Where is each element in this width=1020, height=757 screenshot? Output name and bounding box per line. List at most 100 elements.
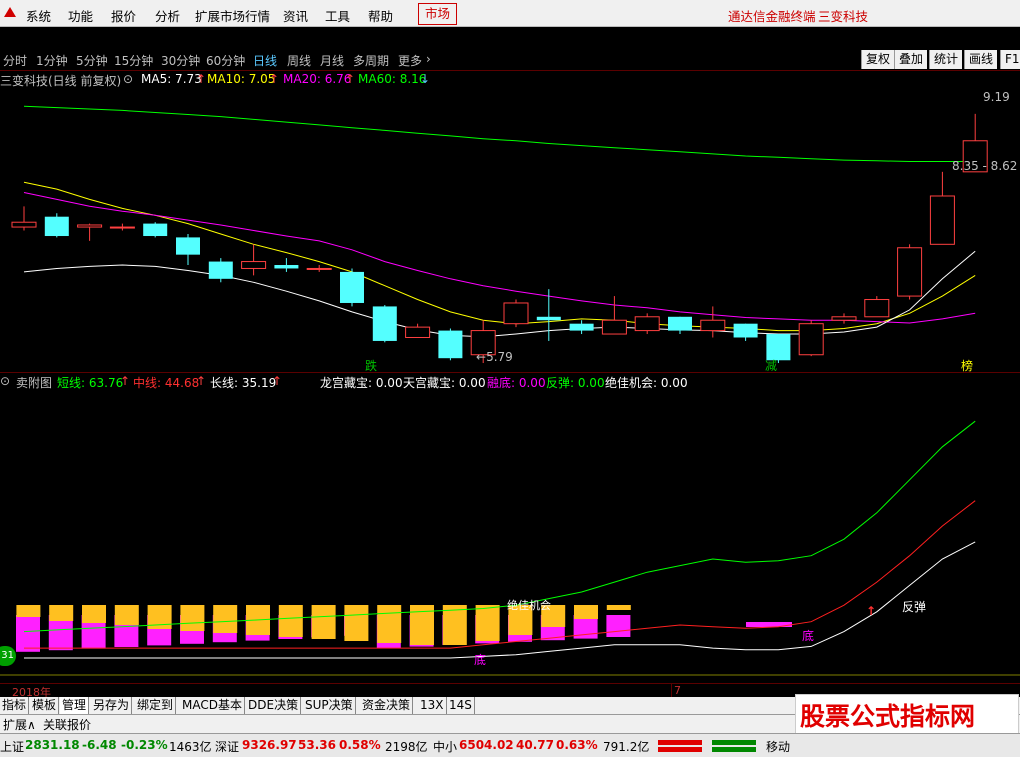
candle-body: [929, 195, 955, 245]
period-30min[interactable]: 30分钟: [161, 52, 200, 69]
candle-body: [143, 223, 168, 237]
menu-item-tools[interactable]: 工具: [325, 6, 350, 25]
up-arrow-icon: ↑: [196, 374, 207, 388]
tab-indicator[interactable]: 指标: [0, 697, 30, 714]
period-month[interactable]: 月线: [320, 52, 344, 69]
menu-item-quote[interactable]: 报价: [111, 6, 136, 25]
stats-button[interactable]: 统计: [929, 50, 963, 69]
tab-14s[interactable]: 14S: [447, 697, 475, 714]
candle[interactable]: [274, 258, 299, 272]
candle-body: [438, 330, 463, 359]
candle-body: [503, 302, 529, 325]
down-arrow-icon: ↓: [420, 72, 431, 86]
ma10-label: MA10: 7.05: [207, 72, 276, 86]
month-label: 7: [674, 684, 681, 697]
candle[interactable]: [700, 306, 726, 338]
tab-dde[interactable]: DDE决策: [246, 697, 302, 714]
period-60min[interactable]: 60分钟: [206, 52, 245, 69]
candle[interactable]: [143, 222, 168, 238]
ma-line-ma60: [23, 105, 976, 162]
candlestick-chart[interactable]: [0, 89, 1020, 372]
period-multi[interactable]: 多周期: [353, 52, 389, 69]
tab-manage[interactable]: 管理: [60, 697, 90, 714]
draw-button[interactable]: 画线: [964, 50, 998, 69]
mobile-label[interactable]: 移动: [766, 738, 790, 755]
candle[interactable]: [634, 313, 660, 335]
candle[interactable]: [569, 320, 594, 335]
tab-template[interactable]: 模板: [30, 697, 60, 714]
period-5min[interactable]: 5分钟: [76, 52, 108, 69]
signal-bar: [475, 605, 500, 641]
period-week[interactable]: 周线: [287, 52, 311, 69]
menu-item-function[interactable]: 功能: [68, 6, 93, 25]
chevron-right-icon[interactable]: ›: [426, 52, 431, 66]
tab-bindto[interactable]: 绑定到: [135, 697, 177, 714]
tab-13x[interactable]: 13X: [418, 697, 447, 714]
watermark-logo: 股票公式指标网: [795, 694, 1019, 736]
candle[interactable]: [601, 296, 627, 335]
candle[interactable]: [176, 233, 200, 266]
jjjh-marker-label: 绝佳机会: [507, 599, 551, 612]
candle[interactable]: [831, 313, 857, 324]
menu-item-help[interactable]: 帮助: [368, 6, 393, 25]
candle[interactable]: [372, 305, 397, 343]
tab-macd[interactable]: MACD基本: [180, 697, 245, 714]
sz-value: 9326.97: [242, 738, 297, 752]
candle[interactable]: [668, 316, 692, 335]
candle-body: [340, 271, 364, 303]
candle[interactable]: [208, 258, 233, 283]
zx-label: 中小: [433, 740, 458, 754]
dropdown-icon[interactable]: ⊙: [123, 72, 133, 86]
tab-sup[interactable]: SUP决策: [303, 697, 356, 714]
candle[interactable]: [11, 206, 37, 231]
candle[interactable]: [733, 323, 758, 341]
candle[interactable]: [405, 323, 431, 338]
sub-indicator-chart[interactable]: [0, 390, 1020, 683]
related-quote-button[interactable]: 关联报价: [43, 716, 91, 733]
market-button[interactable]: 市场: [418, 3, 458, 25]
menu-item-ext-market[interactable]: 扩展市场行情: [195, 6, 270, 25]
period-more[interactable]: 更多: [398, 52, 422, 69]
sh-percent: -0.23%: [121, 738, 168, 752]
overlay-button[interactable]: 叠加: [894, 50, 928, 69]
candle[interactable]: [503, 299, 529, 328]
up-arrow-icon: ↑: [196, 72, 207, 86]
tab-saveas[interactable]: 另存为: [91, 697, 133, 714]
signal-bar: [442, 605, 467, 645]
menu-item-system[interactable]: 系统: [26, 6, 51, 25]
circle-icon[interactable]: ⊙: [0, 374, 10, 388]
di-marker-2: 底: [802, 629, 815, 643]
period-day[interactable]: 日线: [253, 52, 277, 69]
signal-bar: [49, 605, 74, 621]
candle-body: [372, 306, 397, 341]
candle[interactable]: [77, 223, 103, 241]
fuquan-button[interactable]: 复权: [861, 50, 895, 69]
sz-percent: 0.58%: [339, 738, 381, 752]
candle[interactable]: [44, 213, 69, 238]
candle[interactable]: [864, 296, 890, 318]
candle[interactable]: [340, 268, 364, 307]
period-fenshi[interactable]: 分时: [3, 52, 27, 69]
candle[interactable]: [241, 244, 267, 276]
candle[interactable]: [798, 320, 824, 357]
candle-body: [208, 261, 233, 279]
candle[interactable]: [438, 328, 463, 361]
menu-item-analysis[interactable]: 分析: [155, 6, 180, 25]
stock-title: 三变科技: [818, 9, 869, 24]
f1-button[interactable]: F1: [1000, 50, 1020, 69]
period-15min[interactable]: 15分钟: [114, 52, 153, 69]
tab-fund[interactable]: 资金决策: [360, 697, 414, 714]
candle-body: [601, 319, 627, 335]
rongdi-bar: [746, 622, 792, 627]
candle[interactable]: [929, 171, 955, 245]
candle[interactable]: [306, 265, 332, 272]
rongdi-label: 融底: 0.00: [487, 376, 546, 390]
candle[interactable]: [897, 244, 923, 300]
candle[interactable]: [109, 223, 135, 231]
menu-item-news[interactable]: 资讯: [283, 6, 308, 25]
candle-body: [569, 323, 594, 331]
expand-button[interactable]: 扩展∧: [3, 716, 36, 733]
fantan-marker: 反弹: [902, 600, 927, 614]
period-1min[interactable]: 1分钟: [36, 52, 68, 69]
candle-body: [241, 261, 267, 269]
